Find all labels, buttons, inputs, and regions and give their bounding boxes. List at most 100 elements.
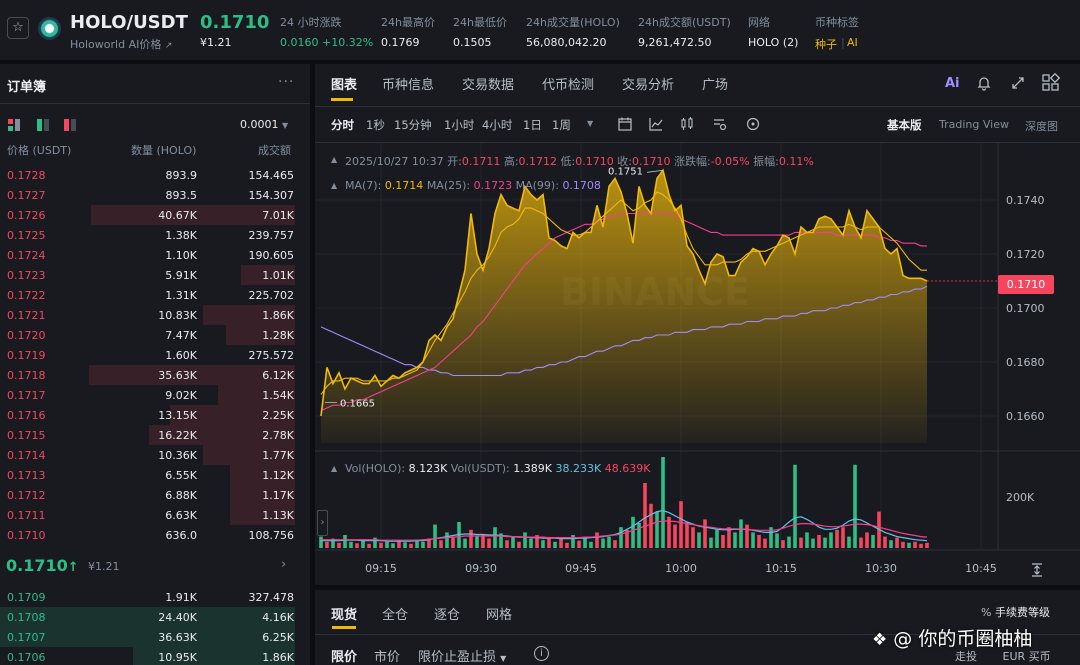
tag-ai[interactable]: AI	[847, 36, 858, 49]
ask-row[interactable]: 0.1719 1.60K 275.572	[0, 345, 310, 365]
chart-tab[interactable]: 币种信息	[382, 74, 434, 93]
chart-settings-icon[interactable]	[712, 116, 728, 135]
network-value[interactable]: HOLO (2)	[748, 36, 798, 49]
volume-bar	[523, 532, 527, 548]
volume-bar	[559, 538, 563, 548]
chart-tab[interactable]: 交易分析	[622, 74, 674, 93]
ask-total: 6.12K	[262, 369, 294, 382]
view-bids-icon[interactable]	[37, 119, 49, 131]
footer-link[interactable]: EUR 买币	[1003, 650, 1051, 663]
bid-row[interactable]: 0.1707 36.63K 6.25K	[0, 627, 310, 647]
token-name-link[interactable]: Holoworld AI价格 ↗	[70, 36, 172, 52]
order-tab-cross[interactable]: 全仓	[382, 604, 408, 623]
ask-row[interactable]: 0.1712 6.88K 1.17K	[0, 485, 310, 505]
bid-qty: 1.91K	[165, 591, 197, 604]
order-tab-isolated[interactable]: 逐仓	[434, 604, 460, 623]
ask-total: 1.77K	[262, 449, 294, 462]
ask-row[interactable]: 0.1727 893.5 154.307	[0, 185, 310, 205]
ask-row[interactable]: 0.1723 5.91K 1.01K	[0, 265, 310, 285]
ask-row[interactable]: 0.1717 9.02K 1.54K	[0, 385, 310, 405]
ask-qty: 636.0	[165, 529, 198, 542]
order-type-limit[interactable]: 限价	[331, 646, 357, 665]
favorite-star-button[interactable]: ☆	[7, 17, 29, 39]
ask-total: 154.307	[248, 189, 295, 202]
chart-tab[interactable]: 广场	[702, 74, 728, 93]
order-type-stop-limit[interactable]: 限价止盈止损 ▼	[418, 646, 506, 665]
order-tab-grid[interactable]: 网格	[486, 604, 512, 623]
ask-row[interactable]: 0.1728 893.9 154.465	[0, 165, 310, 185]
bell-icon[interactable]	[975, 74, 993, 92]
volume-bar	[709, 537, 713, 548]
ask-row[interactable]: 0.1726 40.67K 7.01K	[0, 205, 310, 225]
bid-row[interactable]: 0.1706 10.95K 1.86K	[0, 647, 310, 665]
order-tab-spot[interactable]: 现货	[331, 604, 357, 623]
interval-4h[interactable]: 4小时	[482, 117, 512, 133]
volume-bar	[595, 532, 599, 548]
price-chart[interactable]: 0.1740 0.1720 0.1700 0.1680 0.1660 09:15 09:30…	[315, 143, 1080, 585]
ask-row[interactable]: 0.1713 6.55K 1.12K	[0, 465, 310, 485]
volume-bar	[673, 524, 677, 548]
ask-row[interactable]: 0.1718 35.63K 6.12K	[0, 365, 310, 385]
chart-tab[interactable]: 代币检测	[542, 74, 594, 93]
ask-price: 0.1723	[7, 269, 46, 282]
candlestick-icon[interactable]	[679, 116, 695, 135]
view-basic[interactable]: 基本版	[887, 117, 922, 133]
ask-row[interactable]: 0.1716 13.15K 2.25K	[0, 405, 310, 425]
volume-bar	[649, 503, 653, 548]
ask-row[interactable]: 0.1711 6.63K 1.13K	[0, 505, 310, 525]
fee-tier-link[interactable]: % 手续费等级	[981, 604, 1050, 620]
orderbook-last-price[interactable]: 0.1710↑	[6, 556, 79, 575]
symbol-title[interactable]: HOLO/USDT	[70, 12, 188, 33]
ohlc-close: 0.1710	[631, 155, 671, 168]
ask-row[interactable]: 0.1714 10.36K 1.77K	[0, 445, 310, 465]
more-intervals-caret-icon[interactable]: ▼	[587, 119, 593, 128]
tick-size-select[interactable]: 0.0001 ▼	[240, 118, 288, 131]
order-type-market[interactable]: 市价	[374, 646, 400, 665]
more-options-icon[interactable]: ···	[278, 74, 294, 90]
ask-row[interactable]: 0.1721 10.83K 1.86K	[0, 305, 310, 325]
indicator-chart-icon[interactable]	[648, 116, 664, 135]
view-depth[interactable]: 深度图	[1025, 118, 1058, 134]
ask-row[interactable]: 0.1710 636.0 108.756	[0, 525, 310, 545]
interval-1w[interactable]: 1周	[552, 117, 571, 133]
ask-row[interactable]: 0.1715 16.22K 2.78K	[0, 425, 310, 445]
chevron-right-icon[interactable]: ›	[281, 557, 286, 572]
ask-row[interactable]: 0.1720 7.47K 1.28K	[0, 325, 310, 345]
ohlc-amplitude: 0.11%	[778, 155, 814, 168]
ask-row[interactable]: 0.1724 1.10K 190.605	[0, 245, 310, 265]
target-icon[interactable]	[745, 116, 761, 135]
ask-qty: 40.67K	[158, 209, 197, 222]
ai-icon[interactable]: Ai	[945, 76, 960, 91]
view-both-icon[interactable]	[8, 119, 20, 131]
bid-row[interactable]: 0.1709 1.91K 327.478	[0, 587, 310, 607]
interval-1h[interactable]: 1小时	[444, 117, 474, 133]
expand-volume-button[interactable]: ›	[317, 510, 328, 536]
interval-1d[interactable]: 1日	[523, 117, 542, 133]
collapse-ma-icon[interactable]: ▲	[331, 181, 337, 190]
chart-tab[interactable]: 图表	[331, 74, 357, 93]
reset-scale-icon[interactable]	[1029, 562, 1045, 581]
expand-icon[interactable]	[1009, 74, 1027, 92]
volume-bar	[853, 464, 857, 548]
ask-qty: 7.47K	[165, 329, 197, 342]
collapse-vol-icon[interactable]: ▲	[331, 464, 337, 473]
interval-1s[interactable]: 1秒	[366, 117, 385, 133]
chart-tab[interactable]: 交易数据	[462, 74, 514, 93]
interval-15m[interactable]: 15分钟	[394, 117, 432, 133]
view-tradingview[interactable]: Trading View	[939, 118, 1009, 131]
stat-value: 56,080,042.20	[526, 36, 607, 49]
ohlc-date: 2025/10/27 10:37	[345, 155, 444, 168]
interval-timeline[interactable]: 分时	[331, 117, 354, 133]
layout-icon[interactable]	[1041, 72, 1061, 93]
volume-bar	[505, 540, 509, 548]
bid-row[interactable]: 0.1708 24.40K 4.16K	[0, 607, 310, 627]
footer-link[interactable]: 走投	[955, 650, 977, 663]
volume-bar	[721, 535, 725, 548]
ask-row[interactable]: 0.1722 1.31K 225.702	[0, 285, 310, 305]
ask-row[interactable]: 0.1725 1.38K 239.757	[0, 225, 310, 245]
view-asks-icon[interactable]	[64, 119, 76, 131]
calendar-icon[interactable]	[617, 116, 633, 135]
tag-seed[interactable]: 种子	[815, 36, 837, 52]
info-icon[interactable]: i	[534, 646, 549, 661]
collapse-info-icon[interactable]: ▲	[331, 155, 337, 164]
